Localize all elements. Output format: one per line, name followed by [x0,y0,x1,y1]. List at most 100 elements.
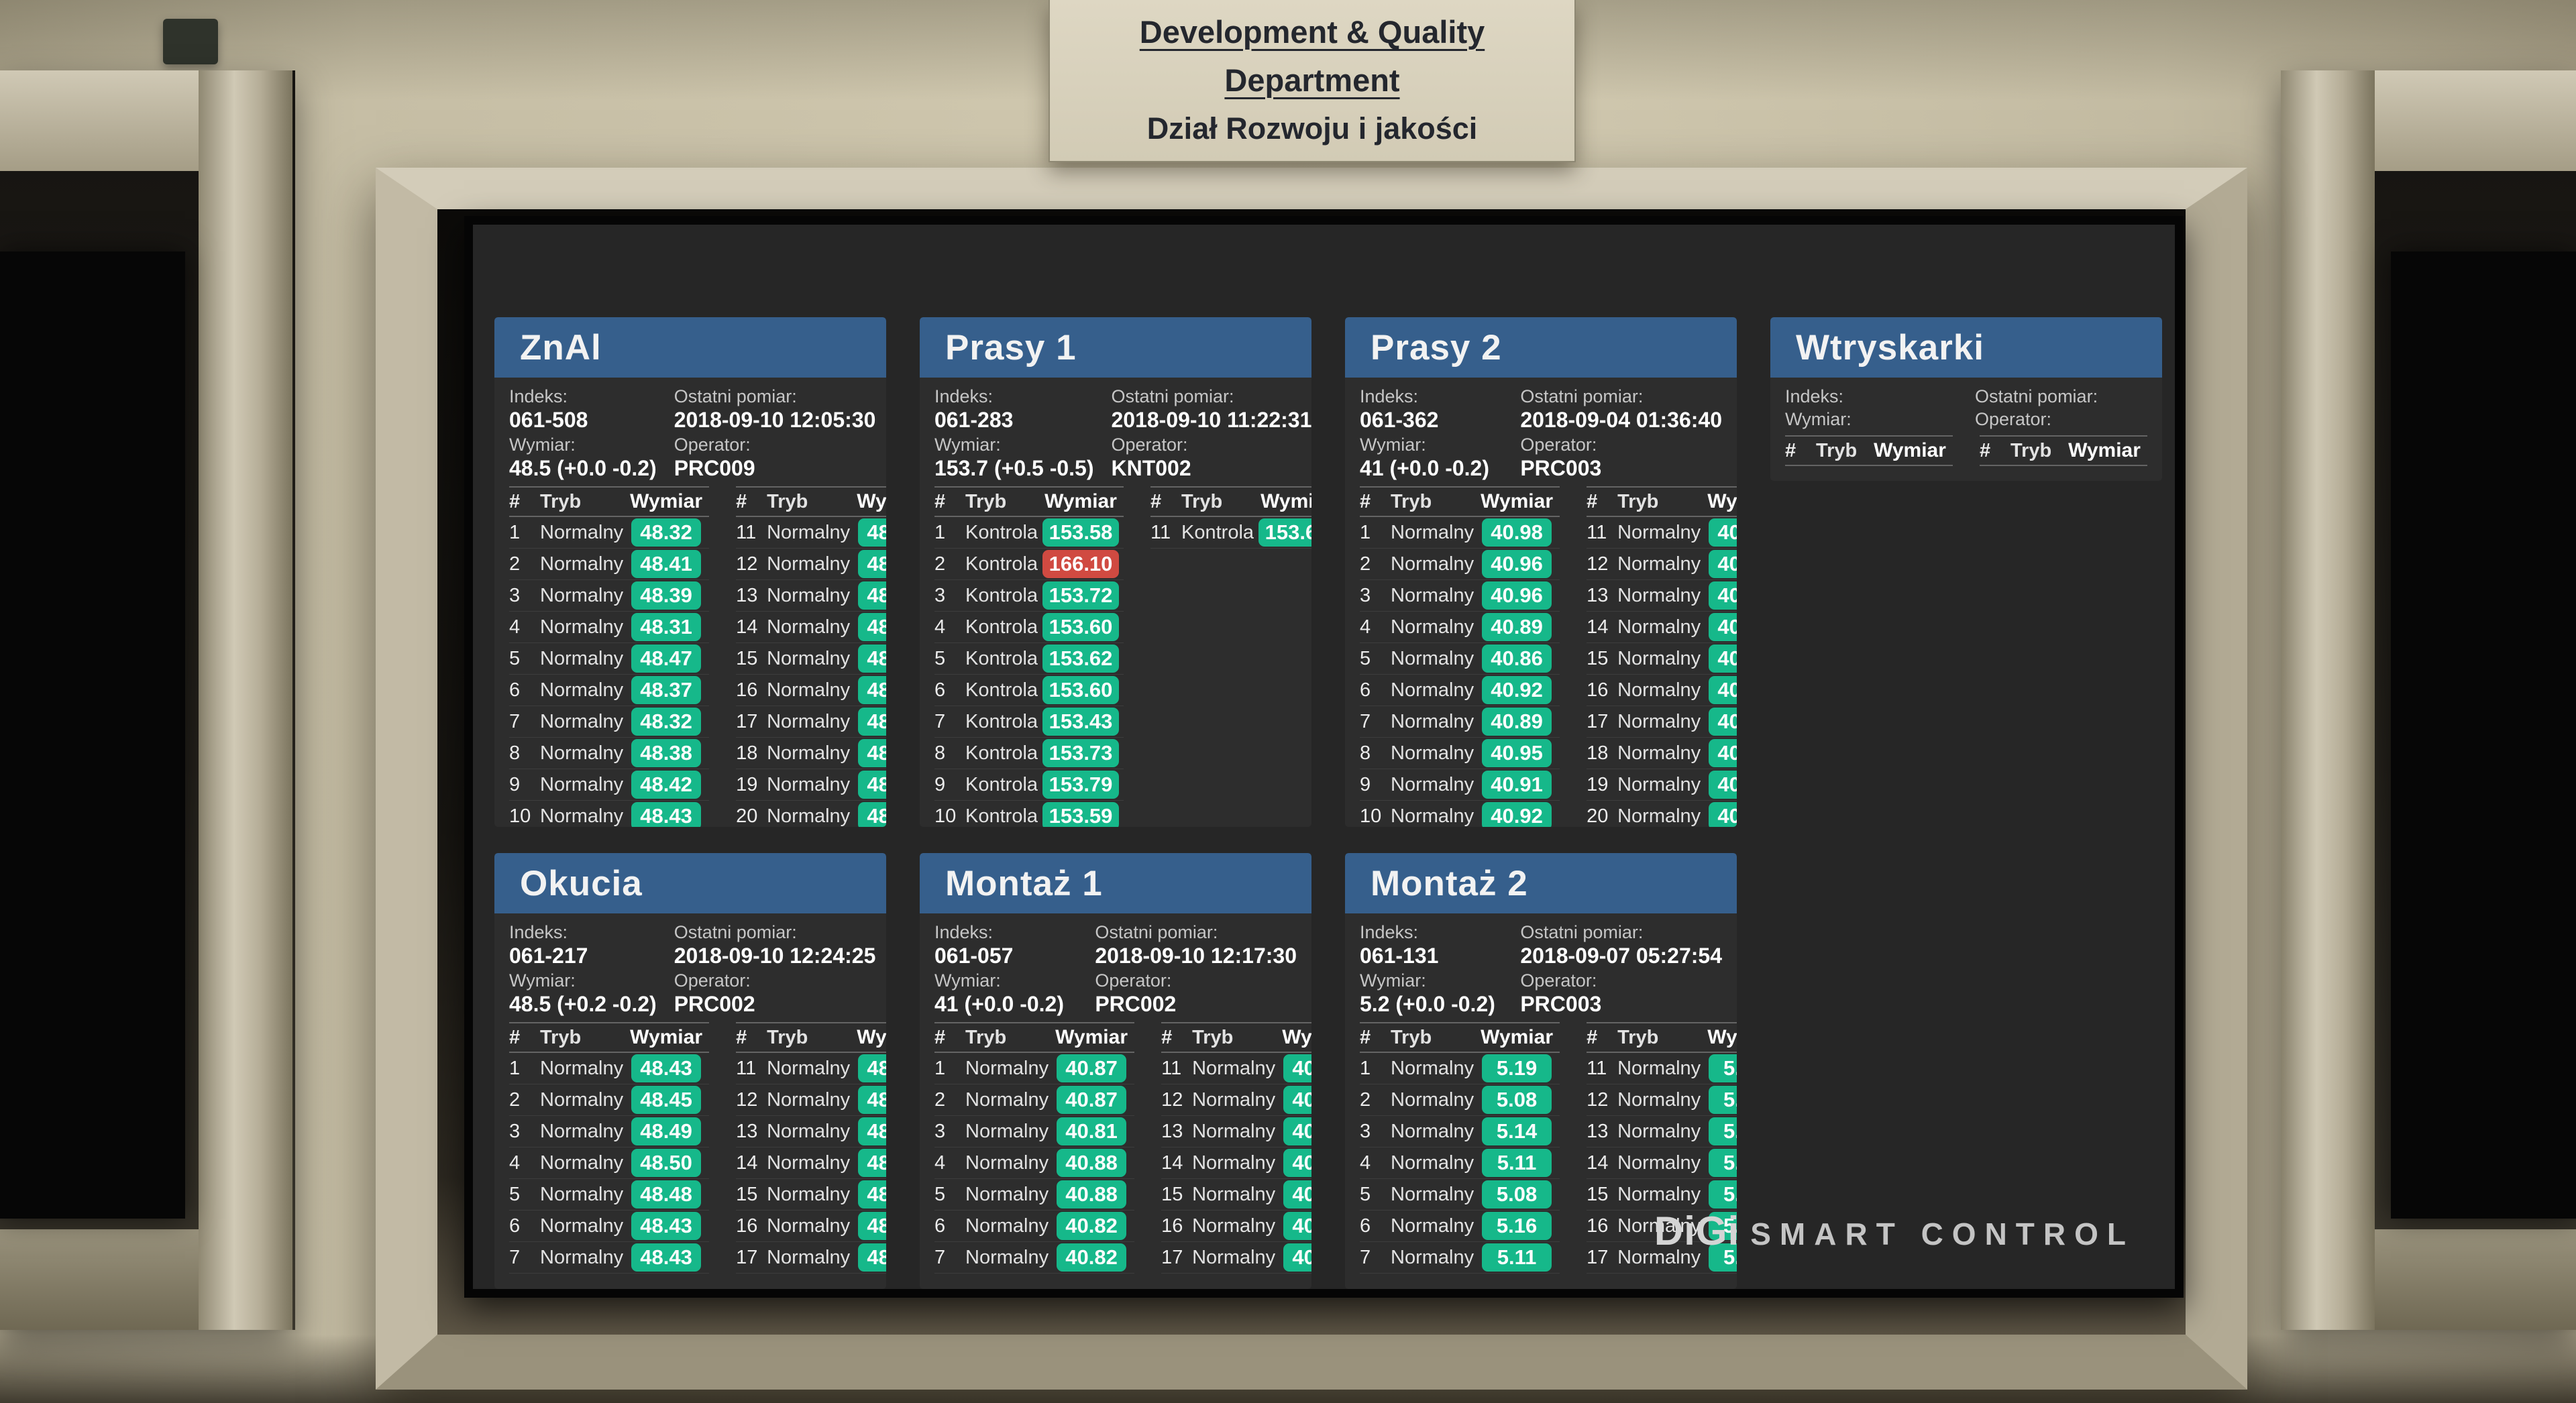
measurement-badge-ok: 48.48 [858,1243,886,1272]
measurement-badge-ok: 48.43 [631,1243,701,1272]
row-mode: Kontrola [965,774,1038,796]
operator-value: PRC003 [1520,991,1722,1017]
wymiar-value: 153.7 (+0.5 -0.5) [934,455,1093,481]
measurement-row: 13Normalny48.58 [736,1116,886,1147]
col-wymiar: Wymiar [1049,1026,1134,1049]
measurement-badge-ok: 40.87 [1057,1054,1126,1082]
measurement-row: 3Normalny40.81 [934,1116,1134,1147]
row-number: 14 [736,616,767,638]
pomiar-value: 2018-09-10 12:17:30 [1095,943,1297,968]
col-num: # [736,491,767,513]
col-wymiar: Wymiar [1275,1026,1311,1049]
measurement-row: 7Normalny40.89 [1360,706,1560,738]
row-mode: Normalny [1192,1184,1275,1206]
row-mode: Normalny [540,1152,623,1174]
row-mode: Normalny [1391,1247,1474,1269]
measurement-row: 12Normalny48.39 [736,549,886,580]
row-mode: Normalny [540,585,623,607]
measurement-row: 13Normalny40.87 [1161,1116,1311,1147]
indeks-value: 061-131 [1360,943,1503,968]
row-number: 11 [1587,1058,1617,1080]
measurement-row: 9Normalny48.42 [509,769,709,801]
pomiar-value: 2018-09-10 12:05:30 [674,407,876,433]
measurement-row: 2Normalny48.41 [509,549,709,580]
row-mode: Normalny [1617,553,1701,575]
measurement-badge-ok: 40.89 [1482,708,1552,736]
row-mode: Normalny [965,1121,1049,1143]
col-tryb: Tryb [965,1027,1049,1049]
col-num: # [1587,491,1617,513]
measurement-row: 12Normalny48.55 [736,1084,886,1116]
measurement-row: 11Normalny48.54 [736,1053,886,1084]
row-mode: Normalny [1391,774,1474,796]
row-mode: Normalny [767,1215,850,1237]
measurement-badge-ok: 5.12 [1709,1054,1737,1082]
wall-fixture [163,19,218,64]
panel-info: Indeks:061-217 Ostatni pomiar:2018-09-10… [494,913,886,1018]
row-mode: Normalny [540,1121,623,1143]
panel-title: Prasy 2 [1345,327,1502,368]
row-number: 4 [509,616,540,638]
measurement-badge-ok: 40.88 [1057,1180,1126,1209]
row-number: 7 [934,1247,965,1269]
row-number: 17 [736,1247,767,1269]
row-number: 18 [736,742,767,765]
measurement-badge-ok: 40.92 [1482,802,1552,827]
measurement-badge-ok: 153.73 [1042,739,1120,767]
measurement-badge-ok: 153.59 [1042,802,1120,827]
row-mode: Normalny [965,1089,1049,1111]
measurement-row: 16Normalny40.93 [1587,675,1737,706]
col-tryb: Tryb [1816,440,1867,462]
col-num: # [934,1027,965,1049]
row-number: 1 [509,522,540,544]
indeks-value: 061-362 [1360,407,1503,433]
row-mode: Normalny [1617,1058,1701,1080]
row-mode: Kontrola [1181,522,1254,544]
operator-value: KNT002 [1111,455,1311,481]
measurement-row: 17Normalny48.40 [736,706,886,738]
pomiar-label: Ostatni pomiar: [1111,386,1311,407]
operator-label: Operator: [674,434,876,455]
row-number: 7 [509,1247,540,1269]
measurement-badge-ok: 48.41 [631,550,701,578]
pomiar-label: Ostatni pomiar: [674,386,876,407]
measurement-row: 1Normalny40.98 [1360,517,1560,549]
row-mode: Normalny [1617,805,1701,828]
measurement-row: 3Normalny48.39 [509,580,709,612]
table-header: #TrybWymiar [934,1023,1134,1053]
wymiar-value: 5.2 (+0.0 -0.2) [1360,991,1503,1017]
row-mode: Normalny [767,648,850,670]
panel-okucia: Okucia Indeks:061-217 Ostatni pomiar:201… [494,853,886,1289]
right-monitor-screen-off [2391,251,2576,1219]
row-number: 3 [1360,1121,1391,1143]
digi-logo: DiGi [1654,1208,1739,1254]
measurement-badge-ok: 48.37 [631,676,701,704]
pomiar-value: 2018-09-07 05:27:54 [1520,943,1722,968]
panel-title: ZnAl [494,327,602,368]
dashboard-content: ZnAl Indeks:061-508 Ostatni pomiar:2018-… [473,225,2175,1289]
measurement-row: 16Normalny48.38 [736,675,886,706]
monitor-recess: ZnAl Indeks:061-508 Ostatni pomiar:2018-… [437,209,2186,1335]
row-mode: Normalny [1391,1215,1474,1237]
measurement-row: 1Kontrola153.58 [934,517,1124,549]
table-header: #TrybWymiar [1360,488,1560,517]
operator-value: PRC002 [674,991,876,1017]
row-number: 11 [736,1058,767,1080]
panel-header: ZnAl [494,317,886,378]
wymiar-value: 48.5 (+0.0 -0.2) [509,455,657,481]
row-number: 14 [1161,1152,1192,1174]
row-mode: Normalny [1391,679,1474,702]
operator-label: Operator: [1520,434,1722,455]
row-number: 15 [1161,1184,1192,1206]
measurement-row: 8Normalny40.95 [1360,738,1560,769]
left-niche-frame-bottom [0,1229,201,1330]
panel-znal: ZnAl Indeks:061-508 Ostatni pomiar:2018-… [494,317,886,827]
pomiar-label: Ostatni pomiar: [1520,386,1722,407]
measurement-row: 5Normalny40.86 [1360,643,1560,675]
measurement-badge-ok: 40.82 [1057,1212,1126,1240]
row-number: 2 [1360,553,1391,575]
row-number: 5 [509,1184,540,1206]
row-number: 12 [1587,1089,1617,1111]
wymiar-label: Wymiar: [509,434,657,455]
measurement-row: 1Normalny48.43 [509,1053,709,1084]
